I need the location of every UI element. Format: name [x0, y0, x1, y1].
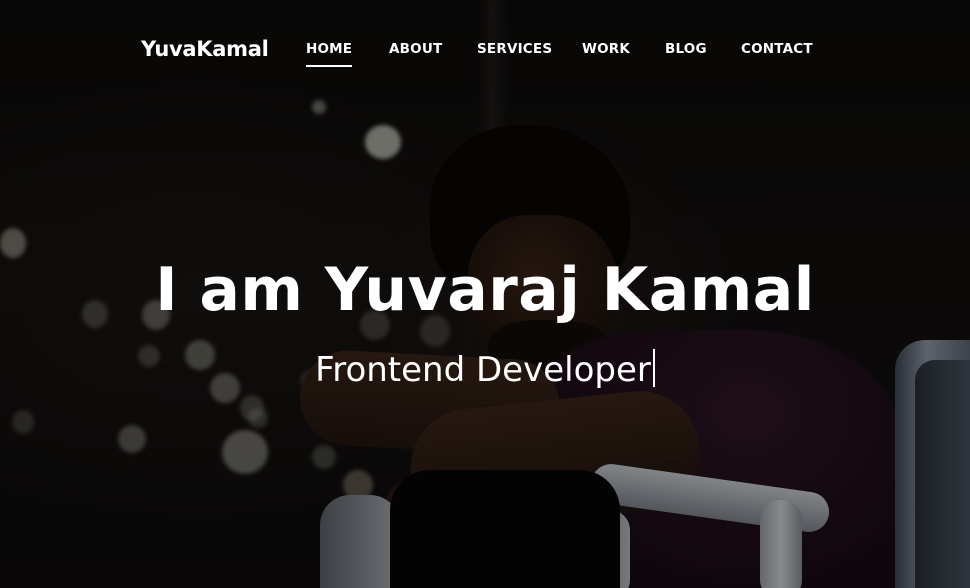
nav-item-blog[interactable]: BLOG — [665, 41, 707, 57]
nav-item-services[interactable]: SERVICES — [477, 41, 552, 57]
brand-logo[interactable]: YuvaKamal — [141, 37, 269, 61]
nav-item-contact[interactable]: CONTACT — [741, 41, 813, 57]
typing-cursor — [652, 349, 655, 387]
nav-item-work[interactable]: WORK — [582, 41, 630, 57]
typed-role-text: Frontend Developer — [315, 350, 651, 390]
hero-title: I am Yuvaraj Kamal — [155, 255, 815, 325]
nav-item-home[interactable]: HOME — [306, 41, 353, 67]
hero-section: YuvaKamal HOME ABOUT SERVICES WORK BLOG … — [0, 0, 970, 588]
hero-content: I am Yuvaraj Kamal Frontend Developer — [0, 245, 970, 393]
navbar: YuvaKamal HOME ABOUT SERVICES WORK BLOG … — [0, 0, 970, 100]
hero-subtitle: Frontend Developer — [0, 347, 970, 393]
nav-item-about[interactable]: ABOUT — [389, 41, 442, 57]
